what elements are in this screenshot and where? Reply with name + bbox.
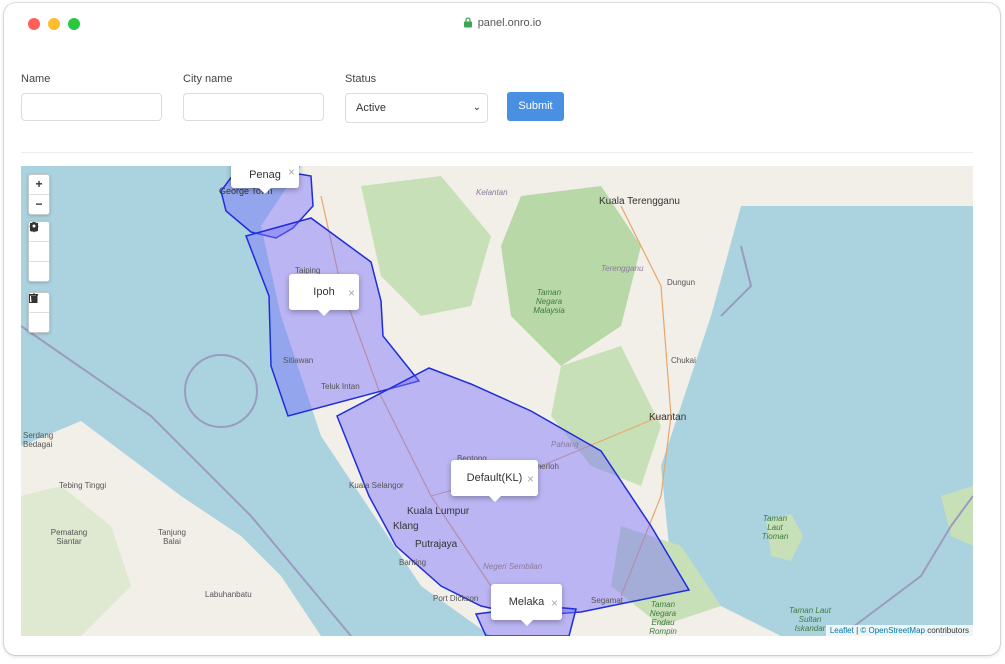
delete-layers-button[interactable] [29, 293, 49, 332]
chevron-down-icon: ⌄ [472, 102, 481, 113]
popup-tip [488, 496, 501, 502]
city-name-label: City name [183, 73, 233, 85]
place-label: Sitiawan [283, 356, 314, 365]
place-label: Tanjung Balai [157, 528, 187, 546]
marker-icon [30, 222, 38, 233]
close-icon[interactable]: × [348, 275, 355, 311]
place-label: Kuala Terengganu [599, 196, 680, 207]
popup-label: Penag [249, 169, 281, 181]
place-label: Dungun [667, 278, 696, 287]
edit-toolbar [28, 292, 50, 333]
place-label: Port Dickson [433, 594, 479, 603]
url-text: panel.onro.io [477, 17, 542, 29]
browser-window: panel.onro.io Name City name Status Acti… [4, 3, 1000, 655]
place-label: Tebing Tinggi [59, 481, 107, 490]
map-attribution: Leaflet | © OpenStreetMap contributors [825, 625, 973, 636]
place-label: Negeri Sembilan [483, 562, 543, 571]
divider [21, 152, 973, 153]
place-label: Kuala Selangor [349, 481, 404, 490]
lock-icon [463, 17, 473, 31]
name-field-group: Name [21, 73, 162, 121]
place-label: Chukai [671, 356, 696, 365]
city-field-group: City name [183, 73, 324, 121]
place-label: Labuhanbatu [205, 590, 252, 599]
place-label: Taman Negara Malaysia [533, 288, 565, 315]
zoom-control: + − [28, 174, 50, 215]
popup-label: Default(KL) [466, 472, 523, 484]
place-label: Klang [393, 521, 419, 532]
map-view[interactable]: Kuala Terengganu Kelantan Terengganu Dun… [21, 166, 973, 636]
name-label: Name [21, 73, 51, 85]
name-input[interactable] [21, 93, 162, 121]
osm-link[interactable]: © OpenStreetMap [860, 626, 925, 635]
place-label: Kelantan [476, 188, 508, 197]
title-bar: panel.onro.io [4, 3, 1000, 43]
popup-ipoh: Ipoh × [289, 274, 359, 316]
place-label: Pematang Siantar [50, 528, 88, 546]
close-icon[interactable]: × [527, 461, 534, 497]
draw-rectangle-button[interactable] [29, 223, 49, 262]
popup-melaka: Melaka × [491, 584, 562, 626]
place-label: Taman Negara Endau Rompin [649, 600, 677, 636]
address-bar[interactable]: panel.onro.io [4, 17, 1000, 31]
place-label: Taman Laut Tioman [761, 514, 789, 541]
place-label: Serdang Bedagai [23, 431, 54, 449]
status-field-group: Status Active ⌄ [345, 73, 488, 123]
place-label: Banting [399, 558, 427, 567]
place-label: Putrajaya [415, 539, 458, 550]
popup-tip [520, 620, 533, 626]
place-label: Segamat [591, 596, 624, 605]
popup-penang: Penag × [231, 166, 299, 194]
popup-label: Melaka [508, 596, 545, 608]
close-icon[interactable]: × [288, 166, 295, 187]
trash-icon [30, 293, 38, 303]
place-label: Terengganu [601, 264, 644, 273]
leaflet-link[interactable]: Leaflet [830, 626, 854, 635]
place-label: Kuantan [649, 412, 687, 423]
zoom-in-button[interactable]: + [29, 175, 49, 195]
zoom-out-button[interactable]: − [29, 195, 49, 214]
draw-toolbar [28, 221, 50, 282]
popup-label: Ipoh [313, 286, 335, 298]
popup-default-kl: Default(KL) × [451, 460, 538, 502]
status-select[interactable]: Active ⌄ [345, 93, 488, 123]
place-label: Kuala Lumpur [407, 506, 470, 517]
submit-button[interactable]: Submit [507, 92, 564, 121]
attribution-text: contributors [927, 626, 969, 635]
place-label: Teluk Intan [321, 382, 360, 391]
place-label: Pahang [551, 440, 579, 449]
draw-marker-button[interactable] [29, 222, 49, 281]
popup-tip [259, 188, 271, 194]
popup-tip [318, 310, 330, 316]
status-label: Status [345, 73, 377, 85]
close-icon[interactable]: × [551, 585, 558, 621]
city-name-input[interactable] [183, 93, 324, 121]
status-selected-value: Active [356, 102, 386, 114]
